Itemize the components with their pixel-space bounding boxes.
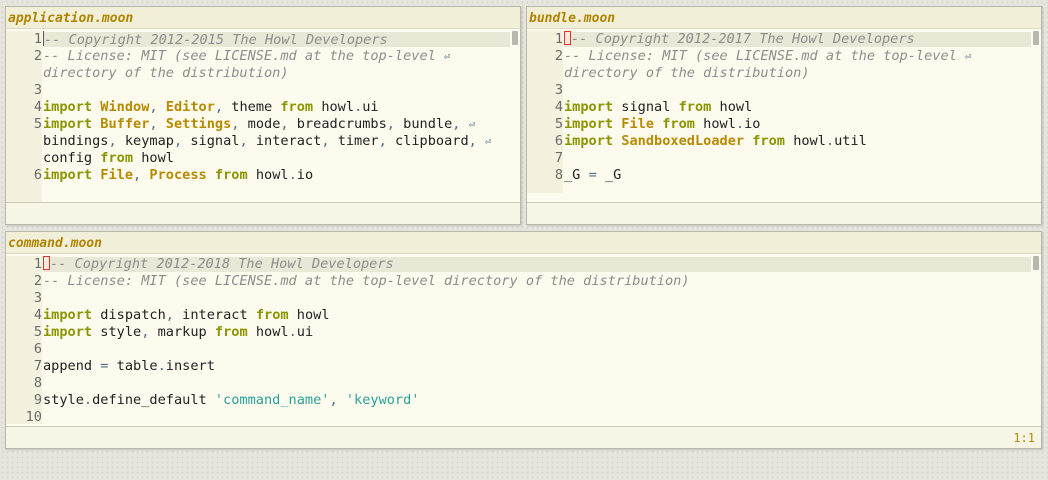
code-line[interactable]: 2 -- License: MIT (see LICENSE.md at the … [6, 48, 520, 65]
vertical-scrollbar[interactable] [1033, 256, 1039, 270]
code-line[interactable]: 4 import Window, Editor, theme from howl.… [6, 99, 520, 116]
code-text: _G = _G [564, 167, 622, 183]
code-text: append = table.insert [43, 358, 215, 374]
code-text: config from howl [43, 150, 174, 166]
editor-pane-bundle[interactable]: bundle.moon 1 -- Copyright 2012-2017 The … [526, 6, 1042, 225]
pane-title: command.moon [8, 236, 102, 251]
pane-title: bundle.moon [529, 11, 616, 26]
code-line[interactable]: 1 -- Copyright 2012-2015 The Howl Develop… [6, 31, 520, 48]
code-line[interactable]: 6 import File, Process from howl.io [6, 167, 520, 184]
status-bar [527, 202, 1041, 224]
vertical-scrollbar[interactable] [1033, 31, 1039, 45]
code-line[interactable]: 7 [527, 150, 1041, 167]
code-line[interactable]: 2 -- License: MIT (see LICENSE.md at the … [6, 273, 1041, 290]
code-line[interactable]: 1 -- Copyright 2012-2018 The Howl Develop… [6, 256, 1041, 273]
code-line[interactable]: 3 [6, 290, 1041, 307]
code-text: import Buffer, Settings, mode, breadcrum… [43, 116, 461, 132]
pane-title-bar: application.moon [6, 7, 520, 29]
code-line[interactable]: bindings, keymap, signal, interact, time… [6, 133, 520, 150]
code-text: style.define_default 'command_name', 'ke… [43, 392, 420, 408]
code-text: bindings, keymap, signal, interact, time… [43, 133, 477, 149]
editor-pane-application[interactable]: application.moon 1 -- Copyright 2012-2015… [5, 6, 521, 225]
code-line[interactable]: 7 append = table.insert [6, 358, 1041, 375]
line-wrap-icon: ⏎ [444, 50, 451, 63]
vertical-scrollbar[interactable] [512, 31, 518, 45]
code-line[interactable]: 4 import signal from howl [527, 99, 1041, 116]
code-line[interactable]: 5 import File from howl.io [527, 116, 1041, 133]
pane-title-bar: bundle.moon [527, 7, 1041, 29]
code-line[interactable]: 8 [6, 375, 1041, 392]
cursor-position: 1:1 [1013, 431, 1035, 445]
code-line[interactable]: 10 [6, 409, 1041, 424]
line-wrap-icon: ⏎ [965, 50, 972, 63]
code-line[interactable]: 3 [527, 82, 1041, 99]
code-text: import File from howl.io [564, 116, 761, 132]
code-line[interactable]: 5 import style, markup from howl.ui [6, 324, 1041, 341]
code-line[interactable]: 2 -- License: MIT (see LICENSE.md at the … [527, 48, 1041, 65]
editor-area[interactable]: 1 -- Copyright 2012-2015 The Howl Develop… [6, 31, 520, 203]
code-line[interactable]: 8 _G = _G [527, 167, 1041, 184]
editor-area[interactable]: 1 -- Copyright 2012-2018 The Howl Develop… [6, 256, 1041, 424]
code-text: import File, Process from howl.io [43, 167, 314, 183]
pane-title-bar: command.moon [6, 232, 1041, 254]
code-text: import style, markup from howl.ui [43, 324, 314, 340]
code-line[interactable]: 1 -- Copyright 2012-2017 The Howl Develop… [527, 31, 1041, 48]
block-cursor [43, 256, 50, 270]
code-text: import Window, Editor, theme from howl.u… [43, 99, 379, 115]
code-line[interactable]: directory of the distribution) [6, 65, 520, 82]
code-line[interactable]: 5 import Buffer, Settings, mode, breadcru… [6, 116, 520, 133]
code-text: import SandboxedLoader from howl.util [564, 133, 867, 149]
block-cursor [564, 31, 571, 45]
line-wrap-icon: ⏎ [485, 135, 492, 148]
status-bar [6, 202, 520, 224]
pane-title: application.moon [8, 11, 134, 26]
code-line[interactable]: 9 style.define_default 'command_name', 'k… [6, 392, 1041, 409]
code-line[interactable]: config from howl [6, 150, 520, 167]
code-text: import dispatch, interact from howl [43, 307, 330, 323]
status-bar: 1:1 [6, 426, 1041, 448]
code-line[interactable]: 6 import SandboxedLoader from howl.util [527, 133, 1041, 150]
code-line[interactable]: 3 [6, 82, 520, 99]
code-line[interactable]: 6 [6, 341, 1041, 358]
code-text: import signal from howl [564, 99, 753, 115]
editor-area[interactable]: 1 -- Copyright 2012-2017 The Howl Develop… [527, 31, 1041, 193]
line-wrap-icon: ⏎ [468, 118, 476, 131]
code-line[interactable]: 4 import dispatch, interact from howl [6, 307, 1041, 324]
code-line[interactable]: directory of the distribution) [527, 65, 1041, 82]
editor-pane-command[interactable]: command.moon 1 -- Copyright 2012-2018 The… [5, 231, 1042, 449]
